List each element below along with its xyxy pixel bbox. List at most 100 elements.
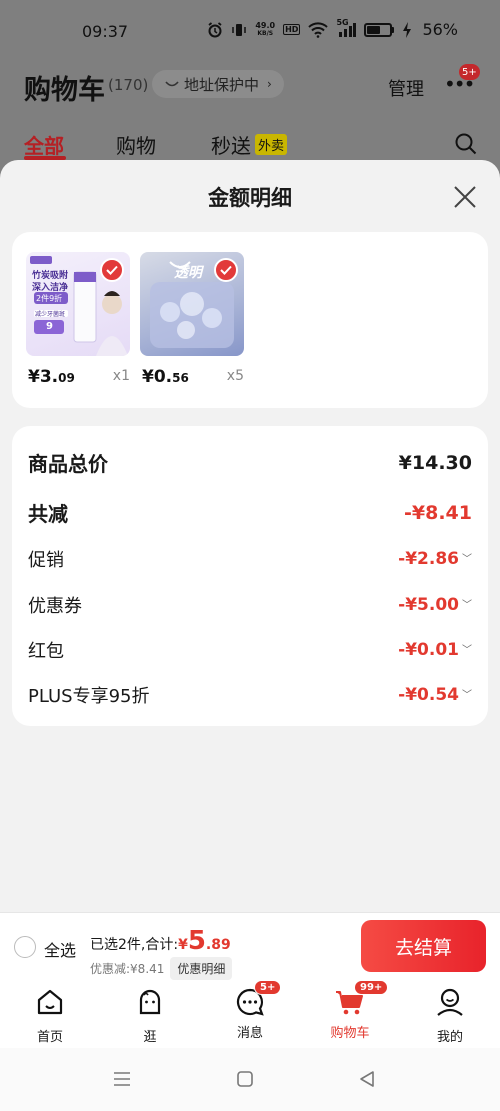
wifi-icon bbox=[308, 21, 329, 38]
chevron-down-icon: ﹀ bbox=[462, 690, 472, 701]
address-protection-pill[interactable]: 地址保护中 › bbox=[152, 70, 284, 98]
nav-cart[interactable]: 99+ 购物车 bbox=[310, 980, 390, 1041]
discount-value: -¥0.01 ﹀ bbox=[398, 640, 472, 660]
battery-icon bbox=[364, 22, 393, 37]
discount-line: 优惠减:¥8.41 优惠明细 bbox=[90, 957, 233, 980]
alarm-icon bbox=[208, 21, 222, 37]
home-icon bbox=[37, 989, 63, 1015]
tab-all[interactable]: 全部 bbox=[24, 130, 64, 159]
chevron-down-icon: ﹀ bbox=[462, 600, 472, 611]
discount-value: -¥0.54 ﹀ bbox=[398, 685, 472, 705]
close-icon[interactable] bbox=[452, 184, 478, 210]
tab-bar: 全部 购物 秒送 外卖 bbox=[0, 128, 500, 160]
bottom-nav: 首页 逛 5+ 消息 99+ 购物车 我的 bbox=[0, 980, 500, 1048]
chevron-down-icon: ﹀ bbox=[462, 645, 472, 656]
products-card: 竹炭吸附 深入洁净 2件9折 减少牙菌斑 9 ¥3.09 x1 透明 ¥0.56… bbox=[12, 232, 488, 408]
message-icon-wrap: 5+ bbox=[234, 980, 282, 1018]
total-price-label: 商品总价 bbox=[28, 452, 108, 476]
toothpaste-img-price: 9 bbox=[46, 321, 53, 332]
discount-row-coupon[interactable]: 优惠券 -¥5.00 ﹀ bbox=[28, 592, 472, 618]
price-summary-card: 商品总价 ¥14.30 共减 -¥8.41 促销 -¥2.86 ﹀ 优惠券 -¥5… bbox=[12, 426, 488, 726]
discount-row-promotion[interactable]: 促销 -¥2.86 ﹀ bbox=[28, 546, 472, 572]
total-reduction-value: -¥8.41 bbox=[404, 501, 472, 524]
vibrate-icon bbox=[232, 23, 247, 36]
nav-label: 消息 bbox=[236, 1026, 263, 1041]
total-amount-int: 5 bbox=[187, 926, 206, 956]
total-reduction-row: 共减 -¥8.41 bbox=[28, 498, 472, 527]
manage-button[interactable]: 管理 bbox=[388, 75, 424, 101]
product-item[interactable]: 竹炭吸附 深入洁净 2件9折 减少牙菌斑 9 ¥3.09 x1 bbox=[26, 252, 130, 387]
signal-icon: 5G bbox=[336, 18, 357, 38]
total-amount-decimal: .89 bbox=[205, 937, 231, 953]
net-speed: 49.0 KB/S bbox=[255, 20, 276, 38]
address-protection-label: 地址保护中 bbox=[184, 75, 260, 94]
discount-detail-button[interactable]: 优惠明细 bbox=[170, 957, 233, 980]
selected-summary-text: 已选2件,合计: bbox=[90, 937, 179, 953]
search-icon[interactable] bbox=[454, 132, 478, 156]
system-nav-bar bbox=[0, 1048, 500, 1111]
takeout-tag: 外卖 bbox=[255, 134, 288, 155]
discount-text: 优惠减:¥8.41 bbox=[90, 962, 165, 976]
product-item[interactable]: 透明 ¥0.56 x5 bbox=[140, 252, 244, 387]
chevron-down-icon: ﹀ bbox=[462, 554, 472, 565]
price-detail-sheet: 金额明细 竹炭吸附 深入洁净 2件9折 减少牙菌斑 9 ¥3.09 x1 透明 … bbox=[0, 160, 500, 912]
messages-badge: 5+ bbox=[254, 980, 282, 995]
product-checked-icon[interactable] bbox=[214, 258, 238, 282]
total-currency: ¥ bbox=[178, 937, 188, 953]
charging-icon bbox=[403, 21, 412, 38]
discount-row-red-packet[interactable]: 红包 -¥0.01 ﹀ bbox=[28, 637, 472, 663]
toothpaste-product-image: 竹炭吸附 深入洁净 2件9折 减少牙菌斑 9 bbox=[26, 252, 130, 356]
discount-value: -¥2.86 ﹀ bbox=[398, 549, 472, 569]
product-price: ¥0.56 bbox=[142, 367, 189, 387]
product-price-main: ¥0. bbox=[142, 367, 173, 387]
home-square-icon[interactable] bbox=[236, 1070, 254, 1088]
net-speed-unit: KB/S bbox=[257, 29, 274, 37]
discount-label: 优惠券 bbox=[28, 596, 82, 617]
hair-clip-product-image: 透明 bbox=[140, 252, 244, 356]
product-price: ¥3.09 bbox=[28, 367, 75, 387]
select-all-label[interactable]: 全选 bbox=[44, 937, 76, 961]
net-speed-value: 49.0 bbox=[255, 20, 276, 30]
more-badge: 5+ bbox=[459, 64, 480, 80]
smile-icon bbox=[165, 81, 179, 87]
discount-label: 促销 bbox=[28, 550, 64, 571]
chevron-right-icon: › bbox=[267, 77, 272, 91]
discount-label: PLUS专享95折 bbox=[28, 686, 150, 707]
status-icons: 49.0 KB/S HD 5G 56% bbox=[207, 18, 458, 39]
nav-label: 我的 bbox=[436, 1030, 463, 1045]
product-price-decimal: 09 bbox=[58, 371, 75, 385]
tab-shopping[interactable]: 购物 bbox=[116, 130, 156, 159]
nav-home[interactable]: 首页 bbox=[10, 986, 90, 1045]
nav-label: 购物车 bbox=[330, 1026, 370, 1041]
cart-badge: 99+ bbox=[354, 980, 389, 995]
battery-fill bbox=[367, 25, 380, 34]
select-all-radio[interactable] bbox=[14, 936, 36, 958]
tab-instant-delivery-label: 秒送 bbox=[211, 134, 251, 158]
nav-messages[interactable]: 5+ 消息 bbox=[210, 980, 290, 1041]
hd-badge: HD bbox=[283, 24, 301, 35]
browse-face-icon bbox=[139, 989, 161, 1015]
page-title: 购物车 bbox=[24, 75, 105, 106]
checkout-button[interactable]: 去结算 bbox=[361, 920, 486, 972]
discount-amount: -¥5.00 bbox=[398, 595, 459, 615]
status-bar: 09:37 49.0 KB/S HD 5G 56% bbox=[0, 0, 500, 58]
hair-clip-text: 透明 bbox=[174, 265, 202, 281]
cart-count: (170) bbox=[108, 76, 149, 94]
discount-amount: -¥2.86 bbox=[398, 549, 459, 569]
status-time: 09:37 bbox=[82, 22, 129, 41]
cart-icon-wrap: 99+ bbox=[334, 980, 389, 1018]
tab-instant-delivery[interactable]: 秒送 外卖 bbox=[211, 130, 288, 159]
discount-row-plus[interactable]: PLUS专享95折 -¥0.54 ﹀ bbox=[28, 682, 472, 708]
product-price-main: ¥3. bbox=[28, 367, 59, 387]
total-reduction-label: 共减 bbox=[28, 502, 68, 526]
selected-summary: 已选2件,合计: ¥ 5 .89 bbox=[90, 926, 231, 956]
product-checked-icon[interactable] bbox=[100, 258, 124, 282]
total-price-value: ¥14.30 bbox=[398, 451, 472, 474]
sheet-title: 金额明细 bbox=[208, 186, 292, 210]
back-icon[interactable] bbox=[358, 1070, 376, 1088]
nav-profile[interactable]: 我的 bbox=[410, 986, 490, 1045]
nav-browse[interactable]: 逛 bbox=[110, 986, 190, 1045]
nav-label: 逛 bbox=[143, 1030, 157, 1045]
menu-icon[interactable] bbox=[112, 1070, 132, 1088]
discount-amount: -¥0.54 bbox=[398, 685, 459, 705]
